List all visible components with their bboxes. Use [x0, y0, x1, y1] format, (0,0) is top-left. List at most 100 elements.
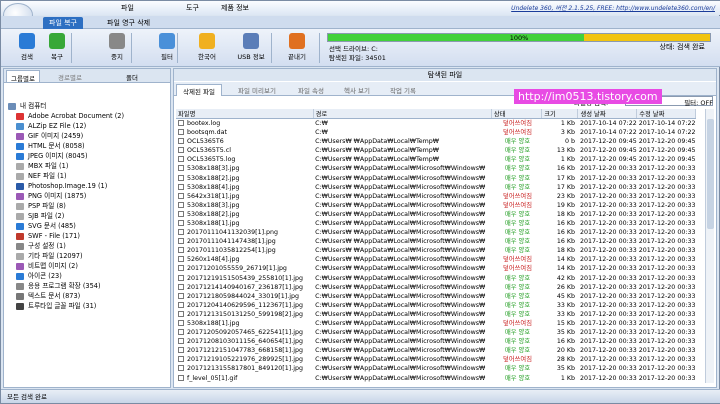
column-header[interactable]: 생성 날짜 [577, 109, 638, 119]
table-row[interactable]: 20170111035812254[1].jpg C:₩Users₩ ₩AppDa… [176, 246, 696, 255]
table-row[interactable]: 20171204140629596_112367[1].jpg C:₩Users₩… [176, 301, 696, 310]
tree-item[interactable]: 응용 프로그램 확장 (354) [16, 281, 124, 291]
table-row[interactable]: f_level_05[1].gif C:₩Users₩ ₩AppData₩Loca… [176, 374, 696, 383]
table-row[interactable]: 5308x188[2].jpg C:₩Users₩ ₩AppData₩Local₩… [176, 210, 696, 219]
row-checkbox[interactable] [178, 301, 184, 308]
table-row[interactable]: 20171201055559_26719[1].jpg C:₩Users₩ ₩Ap… [176, 264, 696, 273]
row-checkbox[interactable] [178, 147, 184, 154]
table-row[interactable]: OCL5365T5.log C:₩Users₩ ₩AppData₩Local₩Te… [176, 155, 696, 164]
row-checkbox[interactable] [178, 174, 184, 181]
version-link[interactable]: Undelete 360, 버전 2.1.5.25, FREE: http://… [511, 3, 715, 12]
row-checkbox[interactable] [178, 183, 184, 190]
toolbar-button-2[interactable]: 중지 [99, 31, 135, 64]
row-checkbox[interactable] [178, 265, 184, 272]
table-row[interactable]: 5308x188[1].jpg C:₩Users₩ ₩AppData₩Local₩… [176, 219, 696, 228]
row-checkbox[interactable] [178, 229, 184, 236]
table-row[interactable]: 20171219151505439_255810[1].jpg C:₩Users₩… [176, 274, 696, 283]
row-checkbox[interactable] [178, 356, 184, 363]
row-checkbox[interactable] [178, 192, 184, 199]
row-checkbox[interactable] [178, 274, 184, 281]
tree-item[interactable]: PSP 파일 (8) [16, 201, 124, 211]
column-header[interactable]: 상태 [491, 109, 543, 119]
row-checkbox[interactable] [178, 120, 184, 126]
column-header[interactable]: 수정 날짜 [636, 109, 696, 119]
table-row[interactable]: 20170111041132039[1].png C:₩Users₩ ₩AppDa… [176, 228, 696, 237]
row-checkbox[interactable] [178, 310, 184, 317]
toolbar-button-1[interactable]: 복구 [39, 31, 75, 64]
row-checkbox[interactable] [178, 329, 184, 336]
table-row[interactable]: 20171213150131250_599198[2].jpg C:₩Users₩… [176, 310, 696, 319]
table-row[interactable]: OCL5365T6 C:₩Users₩ ₩AppData₩Local₩Temp₩ 매… [176, 137, 696, 146]
row-checkbox[interactable] [178, 129, 184, 136]
filter-toggle[interactable]: 필터: OFF [684, 97, 713, 107]
row-checkbox[interactable] [178, 201, 184, 208]
menu-tools[interactable]: 도구 [186, 3, 199, 13]
menu-file[interactable]: 파일 [121, 3, 134, 13]
tree-item[interactable]: 텍스트 문서 (873) [16, 291, 124, 301]
table-row[interactable]: bootex.log C:₩ 덮어쓰여짐 1 Kb 2017-10-14 07:22 20… [176, 119, 696, 129]
row-checkbox[interactable] [178, 219, 184, 226]
tree-item[interactable]: JPEG 이미지 (8045) [16, 151, 124, 161]
row-checkbox[interactable] [178, 247, 184, 254]
table-row[interactable]: 20170111041147438[1].jpg C:₩Users₩ ₩AppDa… [176, 237, 696, 246]
row-checkbox[interactable] [178, 374, 184, 381]
tab-preview[interactable]: 파일 미리보기 [232, 84, 282, 96]
row-checkbox[interactable] [178, 238, 184, 245]
row-checkbox[interactable] [178, 320, 184, 327]
row-checkbox[interactable] [178, 347, 184, 354]
tab-folder[interactable]: 폴더 [122, 70, 142, 82]
tree-item[interactable]: NEF 파일 (1) [16, 171, 124, 181]
table-row[interactable]: 5642x318[1].jpg C:₩Users₩ ₩AppData₩Local₩… [176, 192, 696, 201]
tab-properties[interactable]: 파일 속성 [292, 84, 330, 96]
table-row[interactable]: OCL5365T5.cl C:₩Users₩ ₩AppData₩Local₩Tem… [176, 146, 696, 155]
tab-by-path[interactable]: 경로별로 [54, 70, 86, 82]
table-row[interactable]: 5260x148[4].jpg C:₩Users₩ ₩AppData₩Local₩… [176, 255, 696, 264]
tree-item[interactable]: SVG 문서 (485) [16, 221, 124, 231]
column-header[interactable]: 크기 [541, 109, 579, 119]
column-header[interactable]: 파일명 [176, 109, 314, 119]
tab-by-group[interactable]: 그룹별로 [6, 70, 40, 83]
tree-item[interactable]: Adobe Acrobat Document (2) [16, 111, 124, 121]
tree-item[interactable]: PNG 이미지 (1875) [16, 191, 124, 201]
table-row[interactable]: 5308x188[3].jpg C:₩Users₩ ₩AppData₩Local₩… [176, 201, 696, 210]
toolbar-button-6[interactable]: 끝내기 [279, 31, 315, 64]
tree-root[interactable]: 내 컴퓨터 [8, 101, 124, 111]
table-row[interactable]: 20171219105221976_289925[1].jpg C:₩Users₩… [176, 355, 696, 364]
table-row[interactable]: 20171208103011156_640654[1].jpg C:₩Users₩… [176, 337, 696, 346]
tree-item[interactable]: 비트맵 이미지 (2) [16, 261, 124, 271]
tree-item[interactable]: 기타 파일 (12097) [16, 251, 124, 261]
toolbar-button-3[interactable]: 필터 [149, 31, 185, 64]
toolbar-button-5[interactable]: USB 정보 [233, 31, 269, 64]
table-row[interactable]: 5308x188[3].jpg C:₩Users₩ ₩AppData₩Local₩… [176, 164, 696, 173]
table-row[interactable]: 5308x188[1].jpg C:₩Users₩ ₩AppData₩Local₩… [176, 319, 696, 328]
tree-item[interactable]: HTML 문서 (8058) [16, 141, 124, 151]
table-row[interactable]: 20171212151047783_668158[1].jpg C:₩Users₩… [176, 346, 696, 355]
table-row[interactable]: 20171213155817801_849120[1].jpg C:₩Users₩… [176, 364, 696, 373]
table-row[interactable]: 5308x188[4].jpg C:₩Users₩ ₩AppData₩Local₩… [176, 183, 696, 192]
row-checkbox[interactable] [178, 365, 184, 372]
tab-history[interactable]: 작업 기록 [384, 84, 422, 96]
row-checkbox[interactable] [178, 156, 184, 163]
table-row[interactable]: 5308x188[2].jpg C:₩Users₩ ₩AppData₩Local₩… [176, 173, 696, 182]
table-row[interactable]: 20171218059844024_33019[1].jpg C:₩Users₩ … [176, 292, 696, 301]
tree-item[interactable]: 구성 설정 (1) [16, 241, 124, 251]
tree-item[interactable]: SJB 파일 (2) [16, 211, 124, 221]
tree-item[interactable]: SWF - File (171) [16, 231, 124, 241]
row-checkbox[interactable] [178, 138, 184, 145]
tree-item[interactable]: 트루타입 글꼴 파일 (31) [16, 301, 124, 311]
tree-item[interactable]: MBX 파일 (1) [16, 161, 124, 171]
table-row[interactable]: bootsqm.dat C:₩ 덮어쓰여짐 3 Kb 2017-10-14 07:22 2… [176, 128, 696, 137]
tree-item[interactable]: GIF 이미지 (2459) [16, 131, 124, 141]
tab-permanent-delete[interactable]: 파일 영구 삭제 [101, 17, 156, 29]
scroll-thumb[interactable] [707, 119, 714, 229]
menu-product-info[interactable]: 제품 정보 [221, 3, 249, 13]
table-row[interactable]: 20171214140940167_236187[1].jpg C:₩Users₩… [176, 283, 696, 292]
row-checkbox[interactable] [178, 256, 184, 263]
row-checkbox[interactable] [178, 338, 184, 345]
vertical-scrollbar[interactable] [705, 109, 714, 383]
row-checkbox[interactable] [178, 210, 184, 217]
tab-file-recovery[interactable]: 파일 복구 [43, 17, 83, 29]
tree-item[interactable]: 아이콘 (23) [16, 271, 124, 281]
tab-hex-view[interactable]: 헥사 보기 [338, 84, 376, 96]
row-checkbox[interactable] [178, 165, 184, 172]
